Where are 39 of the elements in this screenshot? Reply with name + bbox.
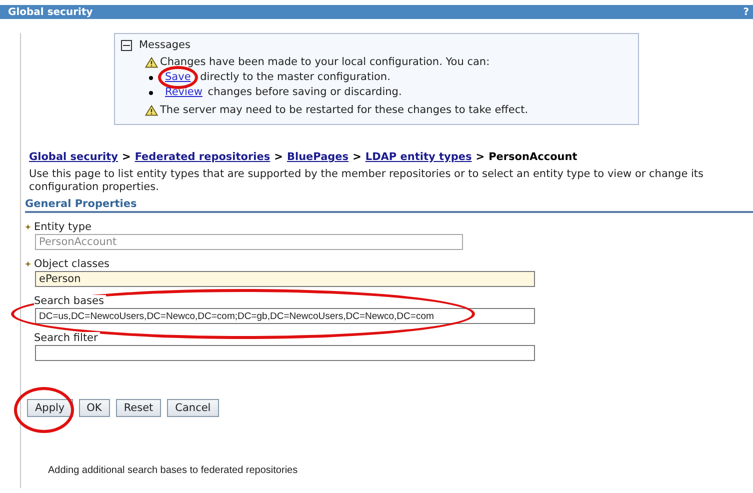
breadcrumb-link[interactable]: LDAP entity types: [365, 151, 472, 163]
form-button[interactable]: Cancel: [167, 399, 219, 417]
message-link[interactable]: Save: [165, 70, 191, 85]
message-text: directly to the master configuration.: [199, 70, 390, 85]
bullet-icon: [149, 90, 153, 94]
breadcrumb-separator: >: [274, 151, 283, 163]
breadcrumb-link[interactable]: BluePages: [286, 151, 349, 163]
input-field[interactable]: ePerson: [35, 271, 535, 287]
message-text: The server may need to be restarted for these changes to take effect.: [160, 103, 528, 118]
form-button[interactable]: OK: [78, 399, 110, 417]
form-button[interactable]: Apply: [27, 399, 73, 417]
collapse-icon[interactable]: [121, 40, 132, 50]
breadcrumb-link[interactable]: Global security: [29, 151, 118, 163]
field-label: Object classes: [34, 258, 112, 270]
message-text: changes before saving or discarding.: [206, 85, 402, 100]
breadcrumb-separator: >: [352, 151, 362, 163]
form-button[interactable]: Reset: [116, 399, 162, 417]
warning-icon: [145, 105, 158, 116]
required-icon: [25, 261, 31, 267]
input-field[interactable]: DC=us,DC=NewcoUsers,DC=Newco,DC=com;DC=gb,DC=NewcoUsers,DC=Newco,DC=com: [35, 308, 535, 324]
breadcrumb-link[interactable]: Federated repositories: [134, 151, 270, 163]
required-icon: [25, 224, 31, 230]
window-title: Global security: [8, 6, 93, 18]
breadcrumb-separator: >: [476, 151, 485, 163]
breadcrumb-current: PersonAccount: [488, 151, 578, 163]
warning-icon: [145, 57, 158, 68]
help-link[interactable]: ?: [743, 6, 749, 18]
page-description: Use this page to list entity types that are supported by the member repositories or to select an entity type to view or change its configuration properties.: [29, 168, 705, 194]
bullet-icon: [149, 76, 153, 80]
input-field[interactable]: [35, 345, 535, 361]
breadcrumb-separator: >: [122, 151, 131, 163]
field-label: Search filter: [34, 332, 100, 344]
field-label: Search bases: [34, 295, 106, 307]
messages-title: Messages: [139, 39, 190, 51]
section-heading: General Properties: [25, 198, 753, 213]
message-text: Changes have been made to your local configuration. You can:: [160, 55, 490, 70]
field-label: Entity type: [34, 221, 94, 233]
message-link[interactable]: Review: [165, 85, 202, 100]
figure-caption: Adding additional search bases to federated repositories: [48, 465, 298, 476]
